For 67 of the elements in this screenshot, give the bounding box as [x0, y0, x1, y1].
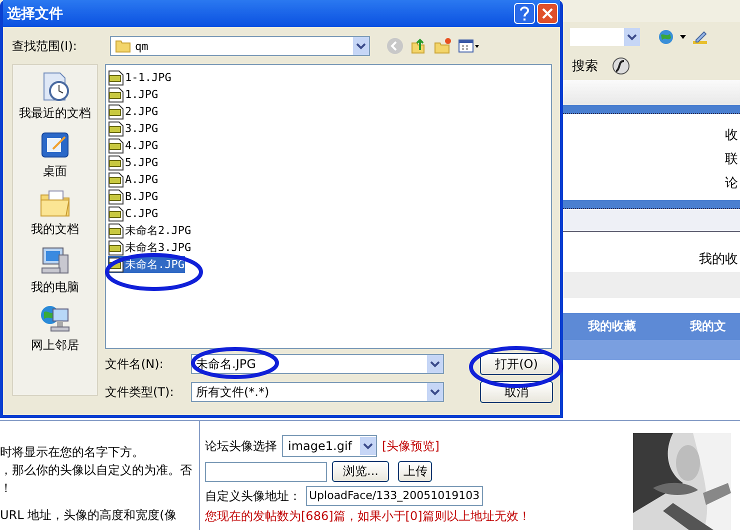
dropdown-icon[interactable]: [427, 355, 443, 373]
file-item[interactable]: C.JPG: [108, 205, 158, 222]
caret-icon[interactable]: [680, 35, 686, 39]
dialog-title: 选择文件: [7, 4, 64, 22]
look-in-label: 查找范围(I):: [12, 38, 78, 54]
file-input-field[interactable]: [205, 462, 327, 482]
file-type-dropdown[interactable]: 所有文件(*.*): [191, 382, 444, 402]
file-item[interactable]: 1-1.JPG: [108, 69, 172, 86]
image-file-icon: [108, 154, 124, 170]
file-item[interactable]: 5.JPG: [108, 154, 158, 171]
side-link[interactable]: 论: [725, 174, 738, 192]
open-button[interactable]: 打开(O): [480, 353, 553, 375]
places-item[interactable]: 我的文档: [31, 187, 79, 238]
file-item[interactable]: B.JPG: [108, 188, 158, 205]
new-folder-icon[interactable]: [434, 37, 452, 55]
panel-heading: 我的收: [699, 251, 738, 268]
help-text: ！: [0, 480, 13, 497]
dropdown-icon[interactable]: [353, 37, 369, 55]
view-menu-icon[interactable]: [458, 38, 480, 54]
image-file-icon: [108, 188, 124, 204]
help-text: 时将显示在您的名字下方。: [0, 444, 145, 461]
close-icon[interactable]: [537, 3, 558, 24]
pencil-icon[interactable]: [692, 29, 708, 45]
places-item[interactable]: 我的电脑: [31, 245, 79, 296]
upload-button[interactable]: 上传: [398, 461, 432, 482]
places-item[interactable]: 网上邻居: [31, 303, 79, 354]
browse-button[interactable]: 浏览...: [332, 461, 390, 482]
places-item[interactable]: 我最近的文档: [19, 71, 91, 122]
side-link[interactable]: 联: [725, 150, 738, 168]
dropdown-icon[interactable]: [360, 436, 376, 456]
address-field[interactable]: [570, 28, 640, 46]
flash-icon[interactable]: [612, 57, 630, 75]
image-file-icon: [108, 240, 124, 256]
file-item[interactable]: A.JPG: [108, 171, 158, 188]
file-type-label: 文件类型(T):: [105, 384, 175, 400]
search-link[interactable]: 搜索: [572, 57, 598, 75]
dropdown-icon[interactable]: [624, 28, 640, 46]
image-file-icon: [108, 104, 124, 120]
image-file-icon: [108, 172, 124, 188]
file-item[interactable]: 3.JPG: [108, 120, 158, 137]
custom-avatar-label: 自定义头像地址：: [205, 488, 301, 504]
avatar-select[interactable]: image1.gif: [282, 435, 378, 457]
image-file-icon: [108, 70, 124, 86]
file-item[interactable]: 4.JPG: [108, 137, 158, 154]
file-name-field[interactable]: 未命名.JPG: [191, 354, 444, 374]
file-item[interactable]: 1.JPG: [108, 86, 158, 103]
places-item[interactable]: 桌面: [39, 129, 71, 180]
dropdown-icon[interactable]: [427, 383, 443, 401]
image-file-icon: [108, 86, 124, 102]
help-text: ，那么你的头像以自定义的为准。否: [0, 462, 193, 479]
image-file-icon: [108, 206, 124, 222]
help-icon[interactable]: [514, 3, 535, 24]
file-item[interactable]: 未命名3.JPG: [108, 239, 192, 256]
side-link[interactable]: 收: [725, 126, 738, 144]
image-file-icon: [108, 222, 124, 238]
notice-text: 您现在的发帖数为[686]篇，如果小于[0]篇则以上地址无效！: [205, 508, 530, 525]
file-item[interactable]: 未命名2.JPG: [108, 222, 192, 239]
image-file-icon: [108, 138, 124, 154]
image-file-icon: [108, 120, 124, 136]
look-in-dropdown[interactable]: qm: [110, 36, 370, 56]
file-name-label: 文件名(N):: [105, 356, 164, 372]
globe-icon[interactable]: [658, 29, 674, 45]
preview-link[interactable]: [头像预览]: [382, 438, 440, 454]
help-text: URL 地址，头像的高度和宽度(像: [0, 507, 178, 524]
avatar-select-label: 论坛头像选择: [205, 438, 277, 454]
avatar-url-field[interactable]: UploadFace/133_20051019103: [306, 486, 483, 506]
file-item[interactable]: 2.JPG: [108, 103, 158, 120]
